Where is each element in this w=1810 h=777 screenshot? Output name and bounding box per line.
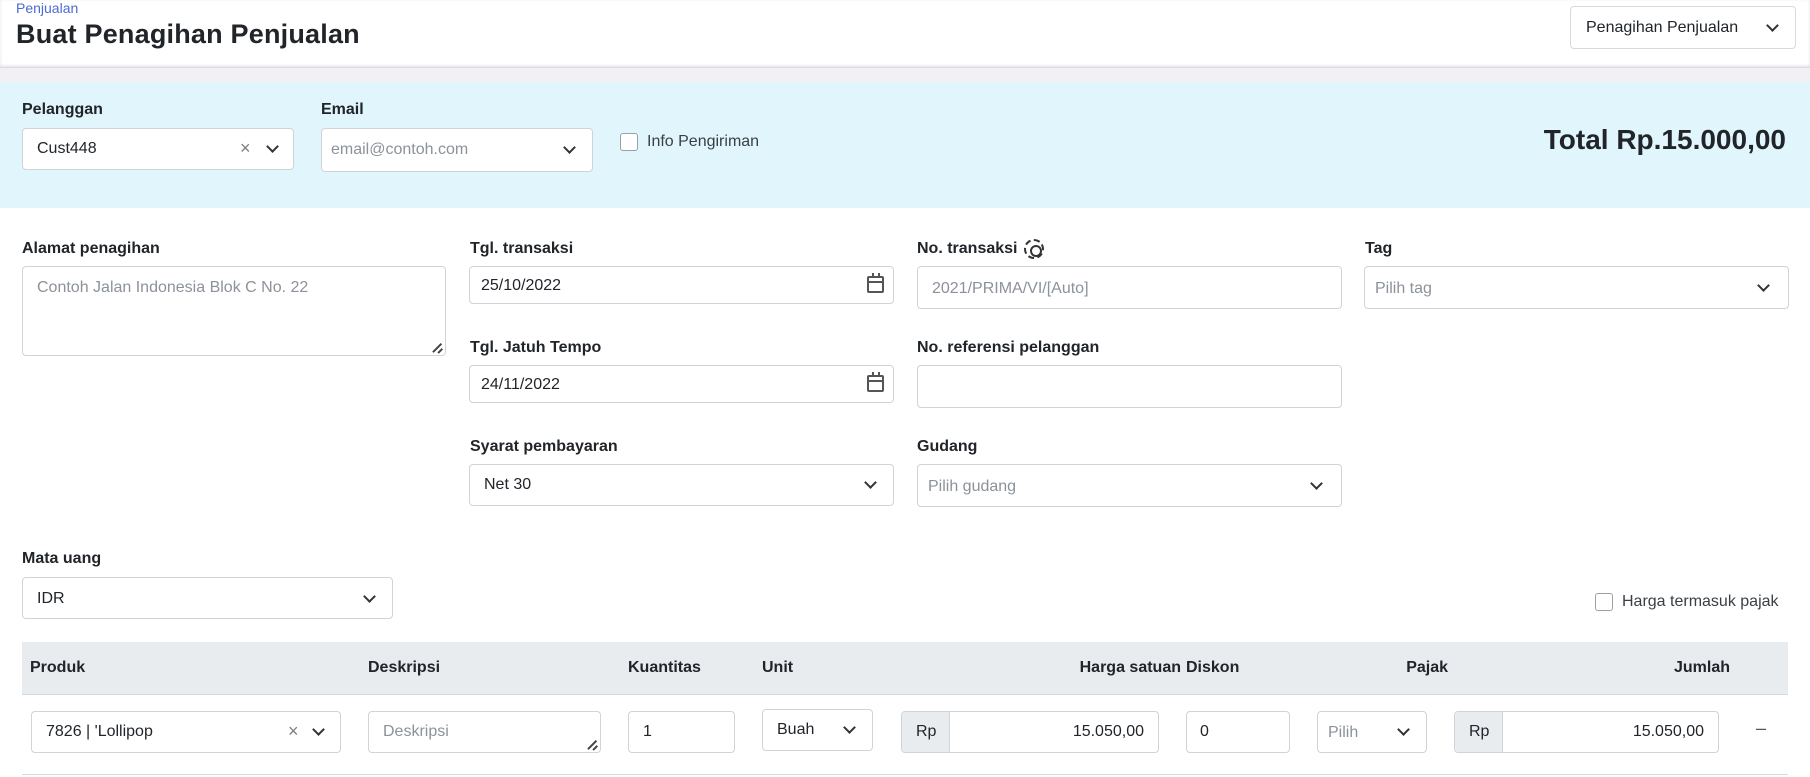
unit-price-input[interactable]: Rp 15.050,00	[901, 711, 1159, 753]
email-label: Email	[321, 101, 364, 118]
product-value: 7826 | 'Lollipop	[46, 723, 153, 740]
billing-address-placeholder: Contoh Jalan Indonesia Blok C No. 22	[37, 279, 309, 296]
currency-label: Mata uang	[22, 550, 102, 567]
email-placeholder: email@contoh.com	[331, 141, 469, 158]
customer-ref-label: No. referensi pelanggan	[917, 339, 1100, 356]
transaction-date-input[interactable]: 25/10/2022	[469, 266, 894, 304]
quantity-value: 1	[643, 723, 652, 740]
row-divider	[22, 774, 1788, 775]
resize-handle-icon[interactable]	[432, 342, 442, 352]
col-quantity: Kuantitas	[628, 659, 701, 676]
chevron-down-icon	[843, 721, 856, 734]
customer-ref-input[interactable]	[917, 365, 1342, 408]
currency-prefix-text: Rp	[916, 723, 937, 740]
currency-prefix: Rp	[1455, 712, 1503, 752]
currency-prefix-text: Rp	[1469, 723, 1490, 740]
due-date-input[interactable]: 24/11/2022	[469, 365, 894, 403]
chevron-down-icon	[1397, 723, 1410, 736]
billing-address-label: Alamat penagihan	[22, 240, 160, 257]
clear-icon[interactable]: ×	[240, 138, 251, 159]
chevron-down-icon	[864, 476, 877, 489]
product-select[interactable]: 7826 | 'Lollipop ×	[31, 711, 341, 753]
calendar-icon[interactable]	[867, 372, 884, 392]
billing-address-textarea[interactable]: Contoh Jalan Indonesia Blok C No. 22	[22, 266, 446, 356]
customer-band: Pelanggan Cust448 × Email email@contoh.c…	[0, 82, 1810, 208]
currency-prefix: Rp	[902, 712, 950, 752]
chevron-down-icon	[1766, 19, 1779, 32]
transaction-no-input[interactable]: 2021/PRIMA/VI/[Auto]	[917, 266, 1342, 309]
transaction-date-label: Tgl. transaksi	[470, 240, 574, 257]
tax-inclusive-label: Harga termasuk pajak	[1622, 593, 1779, 610]
items-table-header: Produk Deskripsi Kuantitas Unit Harga sa…	[22, 642, 1788, 695]
total-amount: Total Rp.15.000,00	[1543, 124, 1786, 155]
tag-label: Tag	[1365, 240, 1393, 257]
description-textarea[interactable]: Deskripsi	[368, 711, 601, 753]
quantity-input[interactable]: 1	[628, 711, 735, 753]
col-product: Produk	[30, 659, 86, 676]
unit-select[interactable]: Buah	[762, 709, 873, 751]
transaction-date-value: 25/10/2022	[481, 277, 562, 294]
payment-terms-value: Net 30	[484, 476, 532, 493]
customer-select[interactable]: Cust448 ×	[22, 128, 294, 170]
clear-icon[interactable]: ×	[288, 721, 299, 742]
unit-value: Buah	[777, 721, 815, 738]
tax-select[interactable]: Pilih	[1317, 711, 1427, 753]
chevron-down-icon	[266, 140, 279, 153]
tax-placeholder: Pilih	[1328, 724, 1359, 741]
payment-terms-label: Syarat pembayaran	[470, 438, 618, 455]
resize-handle-icon[interactable]	[587, 739, 597, 749]
page-header: Penjualan Buat Penagihan Penjualan Penag…	[0, 0, 1810, 68]
warehouse-label: Gudang	[917, 438, 978, 455]
chevron-down-icon	[563, 141, 576, 154]
discount-input[interactable]: 0	[1186, 711, 1290, 753]
unit-price-value: 15.050,00	[1072, 723, 1144, 740]
shipping-info-label: Info Pengiriman	[647, 133, 760, 150]
transaction-no-placeholder: 2021/PRIMA/VI/[Auto]	[932, 280, 1089, 297]
breadcrumb-sales[interactable]: Penjualan	[16, 0, 78, 16]
col-tax: Pajak	[1406, 659, 1448, 676]
tax-inclusive-checkbox[interactable]	[1595, 593, 1613, 611]
col-description: Deskripsi	[368, 659, 441, 676]
due-date-label: Tgl. Jatuh Tempo	[470, 339, 602, 356]
warehouse-placeholder: Pilih gudang	[928, 478, 1017, 495]
chevron-down-icon	[1310, 477, 1323, 490]
col-unit: Unit	[762, 659, 794, 676]
shipping-info-checkbox[interactable]	[620, 133, 638, 151]
payment-terms-select[interactable]: Net 30	[469, 464, 894, 506]
currency-value: IDR	[37, 590, 65, 607]
description-placeholder: Deskripsi	[383, 723, 449, 740]
email-select[interactable]: email@contoh.com	[321, 128, 593, 172]
chevron-down-icon	[363, 590, 376, 603]
page-title: Buat Penagihan Penjualan	[16, 19, 360, 49]
col-amount: Jumlah	[1673, 659, 1730, 676]
header-divider	[0, 68, 1810, 82]
customer-label: Pelanggan	[22, 101, 103, 118]
warehouse-select[interactable]: Pilih gudang	[917, 464, 1342, 507]
remove-row-icon[interactable]: –	[1756, 718, 1766, 739]
tag-placeholder: Pilih tag	[1375, 280, 1432, 297]
amount-value: 15.050,00	[1632, 723, 1704, 740]
customer-value: Cust448	[37, 140, 97, 157]
currency-select[interactable]: IDR	[22, 577, 393, 619]
gear-icon[interactable]	[1024, 239, 1044, 259]
discount-value: 0	[1200, 723, 1209, 740]
transaction-no-label: No. transaksi	[917, 240, 1018, 257]
chevron-down-icon	[1757, 279, 1770, 292]
calendar-icon[interactable]	[867, 273, 884, 293]
col-unit-price: Harga satuan	[1079, 659, 1181, 676]
amount-input[interactable]: Rp 15.050,00	[1454, 711, 1719, 753]
chevron-down-icon	[312, 723, 325, 736]
due-date-value: 24/11/2022	[481, 376, 560, 393]
tag-select[interactable]: Pilih tag	[1364, 266, 1789, 309]
transaction-type-value: Penagihan Penjualan	[1586, 19, 1739, 36]
col-discount: Diskon	[1186, 659, 1240, 676]
transaction-type-select[interactable]: Penagihan Penjualan	[1570, 6, 1796, 49]
